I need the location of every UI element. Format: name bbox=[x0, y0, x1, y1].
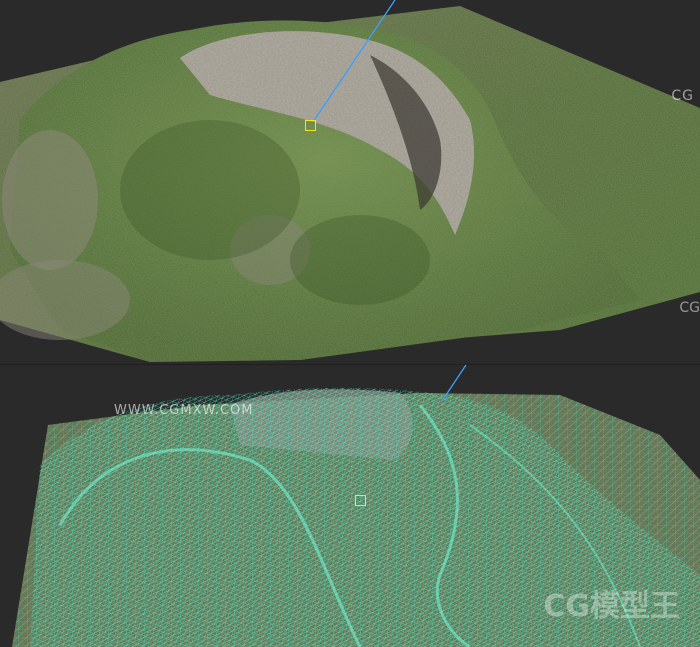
viewport-wireframe[interactable]: WWW.CGMXW.COM CG模型王 bbox=[0, 365, 700, 647]
terrain-textured bbox=[0, 0, 700, 365]
viewport-textured[interactable]: CG CG bbox=[0, 0, 700, 365]
box-gizmo-icon[interactable] bbox=[305, 120, 316, 131]
watermark-top: CG bbox=[671, 88, 694, 104]
watermark-right: CG bbox=[679, 300, 700, 316]
watermark-logo: CG模型王 bbox=[543, 589, 680, 624]
watermark-url: WWW.CGMXW.COM bbox=[114, 403, 254, 418]
box-gizmo-icon-bottom[interactable] bbox=[355, 495, 366, 506]
